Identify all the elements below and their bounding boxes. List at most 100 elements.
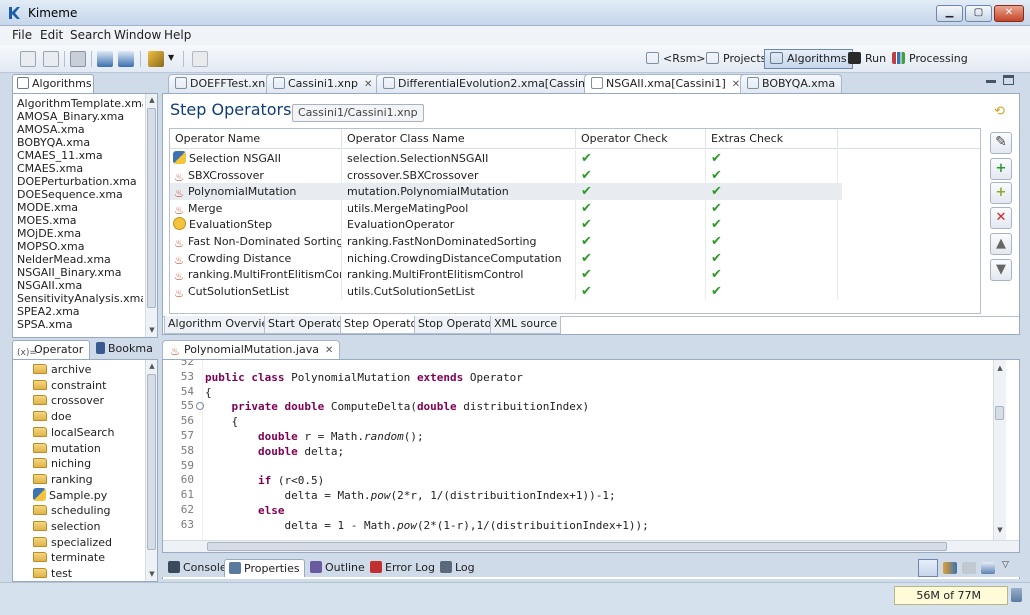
menu-window[interactable]: Window <box>114 28 161 42</box>
bookmarks-view-tab[interactable]: Bookma <box>92 340 158 360</box>
operator-tree-item[interactable]: niching <box>33 456 91 471</box>
editor-tab-differentialevolution2[interactable]: DifferentialEvolution2.xma[Cassini1] <box>376 74 607 94</box>
table-row[interactable]: ♨ SBXCrossover crossover.SBXCrossover ✔ ✔ <box>170 166 842 184</box>
code-editor-tab[interactable]: ♨ PolynomialMutation.java ✕ <box>162 340 341 360</box>
bottom-tab-error-log[interactable]: Error Log <box>366 559 439 578</box>
algorithm-list-item[interactable]: NelderMead.xma <box>17 253 111 266</box>
operator-tree-item[interactable]: archive <box>33 362 91 377</box>
sync-icon[interactable]: ⟲ <box>994 104 1005 119</box>
perspective-projects[interactable]: Projects <box>700 49 772 69</box>
code-horizontal-scrollbar[interactable] <box>163 540 1019 552</box>
algorithm-list-item[interactable]: CMAES.xma <box>17 162 83 175</box>
algorithm-list-item[interactable]: DOESequence.xma <box>17 188 123 201</box>
scroll-down-arrow-icon[interactable]: ▼ <box>146 568 158 580</box>
export-icon[interactable] <box>118 51 134 67</box>
bottom-tab-properties[interactable]: Properties <box>224 559 305 578</box>
algorithm-list-item[interactable]: SPSA.xma <box>17 318 73 331</box>
maximize-editor-icon[interactable] <box>1003 75 1014 85</box>
filter-icon[interactable] <box>962 562 976 574</box>
table-row[interactable]: ♨ Crowding Distance niching.CrowdingDistan… <box>170 249 842 267</box>
edit-button[interactable]: ✎ <box>990 132 1012 154</box>
scroll-down-arrow-icon[interactable]: ▼ <box>146 324 158 336</box>
column-operator-check[interactable]: Operator Check <box>576 129 706 149</box>
operator-view-tab[interactable]: (x)=Operator <box>12 340 90 360</box>
scroll-thumb[interactable] <box>147 108 156 308</box>
scroll-thumb[interactable] <box>147 374 156 550</box>
algorithm-list-item[interactable]: DOEPerturbation.xma <box>17 175 137 188</box>
operator-tree-item[interactable]: doe <box>33 409 71 424</box>
algorithm-list-item[interactable]: MODE.xma <box>17 201 78 214</box>
operator-tree-item[interactable]: localSearch <box>33 425 114 440</box>
algorithms-scrollbar[interactable]: ▲ ▼ <box>145 94 157 337</box>
add-after-button[interactable]: + <box>990 182 1012 204</box>
algorithm-list-item[interactable]: MOjDE.xma <box>17 227 81 240</box>
operator-tree-item[interactable]: test <box>33 566 72 581</box>
editor-tab-nsgaii[interactable]: NSGAII.xma[Cassini1] ✕ <box>584 74 748 94</box>
close-tab-icon[interactable]: ✕ <box>732 79 740 90</box>
menu-file[interactable]: File <box>12 28 32 42</box>
fold-toggle-icon[interactable] <box>196 402 204 411</box>
operator-tree-item[interactable]: scheduling <box>33 503 111 518</box>
scroll-up-arrow-icon[interactable]: ▲ <box>146 94 158 106</box>
table-row[interactable]: ♨ ranking.MultiFrontElitismControl ranking… <box>170 266 842 284</box>
algorithm-list-item[interactable]: MOPSO.xma <box>17 240 84 253</box>
minimize-editor-icon[interactable] <box>986 80 996 83</box>
wand-dropdown-icon[interactable]: ▼ <box>168 53 174 62</box>
code-area[interactable]: 52 53 public class PolynomialMutation exte… <box>163 360 988 540</box>
back-arrow-icon[interactable] <box>192 51 208 67</box>
close-window-button[interactable]: ✕ <box>994 5 1024 22</box>
menu-search[interactable]: Search <box>70 28 111 42</box>
editor-tab-bobyqa[interactable]: BOBYQA.xma <box>740 74 843 94</box>
algorithm-list-item[interactable]: NSGAII_Binary.xma <box>17 266 122 279</box>
add-button[interactable]: + <box>990 158 1012 180</box>
algorithm-list-item[interactable]: AMOSA_Binary.xma <box>17 110 124 123</box>
operator-tree-item[interactable]: mutation <box>33 441 101 456</box>
algorithm-list-item[interactable]: BOBYQA.xma <box>17 136 90 149</box>
operator-tree-item[interactable]: selection <box>33 519 100 534</box>
subtab-xml-source[interactable]: XML source <box>490 316 562 334</box>
algorithms-view-tab[interactable]: Algorithms <box>12 74 94 94</box>
bottom-tab-outline[interactable]: Outline <box>306 559 369 578</box>
heap-status[interactable]: 56M of 77M <box>894 586 1008 605</box>
move-up-button[interactable]: ▲ <box>990 233 1012 255</box>
table-row[interactable]: ♨ Merge utils.MergeMatingPool ✔ ✔ <box>170 199 842 217</box>
scroll-up-arrow-icon[interactable]: ▲ <box>994 362 1006 374</box>
operator-tree-item[interactable]: ranking <box>33 472 93 487</box>
bottom-tab-console[interactable]: Console <box>164 559 231 578</box>
close-tab-icon[interactable]: ✕ <box>364 79 372 90</box>
algorithm-list-item[interactable]: NSGAII.xma <box>17 279 82 292</box>
operator-tree-item[interactable]: specialized <box>33 535 112 550</box>
editor-tab-doefftest[interactable]: DOEFFTest.xnp <box>168 74 280 94</box>
close-tab-icon[interactable]: ✕ <box>325 345 333 356</box>
garbage-collect-icon[interactable] <box>1011 588 1022 602</box>
column-operator-class-name[interactable]: Operator Class Name <box>342 129 576 149</box>
operator-tree-item[interactable]: terminate <box>33 550 105 565</box>
algorithm-list-item[interactable]: SensitivityAnalysis.xma <box>17 292 143 305</box>
operator-tree-item[interactable]: crossover <box>33 393 104 408</box>
menu-help[interactable]: Help <box>164 28 191 42</box>
scroll-thumb[interactable] <box>207 542 947 551</box>
restore-defaults-icon[interactable] <box>981 562 995 574</box>
operator-scrollbar[interactable]: ▲ ▼ <box>145 360 157 581</box>
perspective-processing[interactable]: Processing <box>886 49 974 69</box>
wand-icon[interactable] <box>148 51 164 67</box>
table-row[interactable]: Selection NSGAII selection.SelectionNSGAI… <box>170 150 842 167</box>
new-file-icon[interactable] <box>20 51 36 67</box>
table-row[interactable]: ♨ Fast Non-Dominated Sorting ranking.FastN… <box>170 233 842 250</box>
table-row[interactable]: ♨ CutSolutionSetList utils.CutSolutionSetL… <box>170 282 842 300</box>
bottom-tab-log[interactable]: Log <box>436 559 479 578</box>
table-row[interactable]: EvaluationStep EvaluationOperator ✔ ✔ <box>170 216 842 234</box>
column-operator-name[interactable]: Operator Name <box>170 129 342 149</box>
table-row[interactable]: ♨ PolynomialMutation mutation.PolynomialMu… <box>170 183 842 201</box>
column-extras-check[interactable]: Extras Check <box>706 129 838 149</box>
view-menu-icon[interactable]: ▽ <box>1002 560 1009 570</box>
code-vertical-scrollbar[interactable]: ▲ ▼ <box>993 360 1006 540</box>
algorithm-list-item[interactable]: CMAES_11.xma <box>17 149 103 162</box>
algorithm-list-item[interactable]: AMOSA.xma <box>17 123 85 136</box>
minimize-button[interactable]: ▁ <box>936 5 963 22</box>
operator-tree-item[interactable]: Sample.py <box>33 487 107 503</box>
move-down-button[interactable]: ▼ <box>990 259 1012 281</box>
import-icon[interactable] <box>97 51 113 67</box>
editor-tab-cassini1[interactable]: Cassini1.xnp ✕ <box>266 74 380 94</box>
remove-button[interactable]: ✕ <box>990 207 1012 229</box>
